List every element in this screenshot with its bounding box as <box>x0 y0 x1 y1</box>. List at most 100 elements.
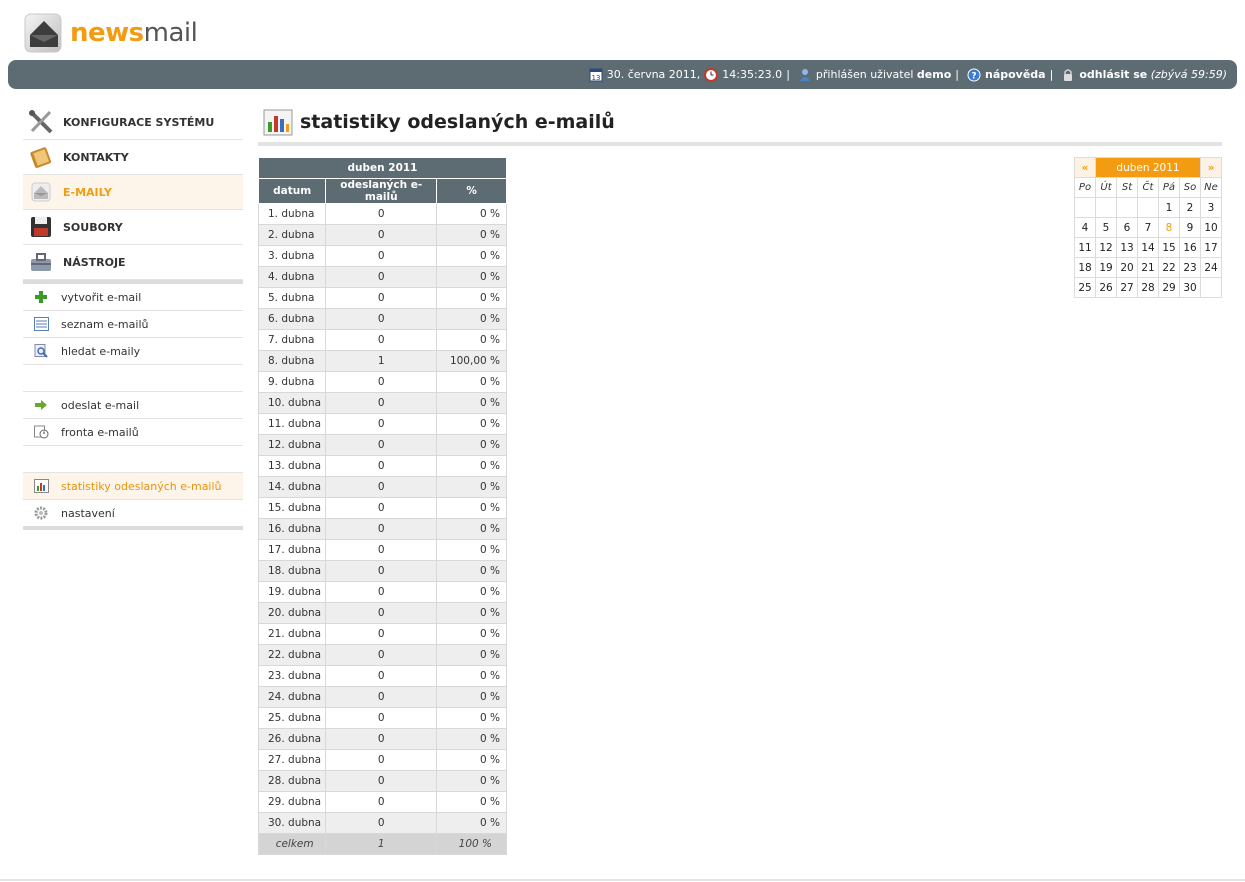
logout-link[interactable]: odhlásit se <box>1079 68 1147 81</box>
subnav-item-send-email[interactable]: odeslat e-mail <box>23 392 243 419</box>
nav-item-system-config[interactable]: KONFIGURACE SYSTÉMU <box>23 105 243 140</box>
cell-date: 30. dubna <box>257 812 327 834</box>
table-row: 16. dubna 0 0 % <box>257 518 507 540</box>
calendar-day[interactable]: 22 <box>1158 257 1180 278</box>
subnav-item-create-email[interactable]: vytvořit e-mail <box>23 284 243 311</box>
cell-date: 3. dubna <box>257 245 327 267</box>
cell-date: 21. dubna <box>257 623 327 645</box>
calendar-next-button[interactable]: » <box>1200 157 1222 178</box>
subnav-item-email-statistics[interactable]: statistiky odeslaných e-mailů <box>23 473 243 500</box>
cell-sent-count: 1 <box>325 350 438 372</box>
calendar-day[interactable]: 30 <box>1179 277 1201 298</box>
calendar-day[interactable]: 14 <box>1137 237 1159 258</box>
table-row: 4. dubna 0 0 % <box>257 266 507 288</box>
cell-sent-count: 0 <box>325 791 438 813</box>
calendar-day[interactable]: 4 <box>1074 217 1096 238</box>
subnav-item-email-queue[interactable]: fronta e-mailů <box>23 419 243 446</box>
calendar-week: 25 26 27 28 29 30 <box>1074 277 1222 298</box>
calendar-day[interactable]: 10 <box>1200 217 1222 238</box>
calendar-prev-button[interactable]: « <box>1074 157 1096 178</box>
calendar-day[interactable]: 27 <box>1116 277 1138 298</box>
sidebar: KONFIGURACE SYSTÉMU KONTAKTY E-MAILY SOU… <box>23 105 243 530</box>
nav-label: E-MAILY <box>63 185 112 199</box>
nav-label: KONTAKTY <box>63 150 129 164</box>
cell-percent: 0 % <box>436 728 507 750</box>
table-row: 12. dubna 0 0 % <box>257 434 507 456</box>
nav-item-tools[interactable]: NÁSTROJE <box>23 245 243 280</box>
cell-percent: 0 % <box>436 518 507 540</box>
session-remaining: (zbývá 59:59) <box>1150 68 1227 81</box>
total-percent: 100 % <box>436 833 507 855</box>
calendar-day[interactable]: 3 <box>1200 197 1222 218</box>
calendar-weekday: St <box>1116 177 1138 198</box>
table-row: 14. dubna 0 0 % <box>257 476 507 498</box>
cell-date: 1. dubna <box>257 203 327 225</box>
cell-sent-count: 0 <box>325 266 438 288</box>
calendar-day[interactable]: 7 <box>1137 217 1159 238</box>
calendar-weekday: Po <box>1074 177 1096 198</box>
calendar-day[interactable]: 24 <box>1200 257 1222 278</box>
subnav-spacer <box>23 446 243 473</box>
cell-date: 27. dubna <box>257 749 327 771</box>
calendar-week: 11 12 13 14 15 16 17 <box>1074 237 1222 258</box>
calendar-day[interactable]: 29 <box>1158 277 1180 298</box>
table-row: 30. dubna 0 0 % <box>257 812 507 834</box>
nav-label: SOUBORY <box>63 220 123 234</box>
nav-item-contacts[interactable]: KONTAKTY <box>23 140 243 175</box>
subnav-item-email-list[interactable]: seznam e-mailů <box>23 311 243 338</box>
nav-item-files[interactable]: SOUBORY <box>23 210 243 245</box>
cell-percent: 0 % <box>436 539 507 561</box>
calendar-day[interactable]: 18 <box>1074 257 1096 278</box>
logo[interactable]: newsmail <box>22 8 198 58</box>
calendar-day[interactable]: 16 <box>1179 237 1201 258</box>
calendar-day[interactable]: 17 <box>1200 237 1222 258</box>
table-row: 3. dubna 0 0 % <box>257 245 507 267</box>
subnav-label: seznam e-mailů <box>61 317 149 331</box>
sub-nav: vytvořit e-mail seznam e-mailů hledat e-… <box>23 280 243 530</box>
calendar-day[interactable]: 12 <box>1095 237 1117 258</box>
cell-sent-count: 0 <box>325 602 438 624</box>
calendar-day[interactable]: 6 <box>1116 217 1138 238</box>
statistics-icon <box>263 109 293 136</box>
cell-percent: 0 % <box>436 308 507 330</box>
subnav-item-search-emails[interactable]: hledat e-maily <box>23 338 243 365</box>
cell-sent-count: 0 <box>325 392 438 414</box>
calendar-day[interactable]: 23 <box>1179 257 1201 278</box>
cell-sent-count: 0 <box>325 812 438 834</box>
calendar-day[interactable]: 8 <box>1158 217 1180 238</box>
calendar-week: 4 5 6 7 8 9 10 <box>1074 217 1222 238</box>
calendar-day[interactable]: 19 <box>1095 257 1117 278</box>
calendar-day[interactable]: 25 <box>1074 277 1096 298</box>
calendar-day[interactable]: 1 <box>1158 197 1180 218</box>
table-row: 23. dubna 0 0 % <box>257 665 507 687</box>
calendar-day[interactable]: 11 <box>1074 237 1096 258</box>
calendar-empty-cell <box>1074 197 1096 218</box>
clock-icon <box>704 67 719 82</box>
calendar-day[interactable]: 15 <box>1158 237 1180 258</box>
nav-item-emails[interactable]: E-MAILY <box>23 175 243 210</box>
cell-percent: 0 % <box>436 392 507 414</box>
subnav-item-settings[interactable]: nastavení <box>23 500 243 526</box>
calendar-day[interactable]: 21 <box>1137 257 1159 278</box>
calendar-day[interactable]: 2 <box>1179 197 1201 218</box>
calendar-day[interactable]: 5 <box>1095 217 1117 238</box>
calendar-day[interactable]: 28 <box>1137 277 1159 298</box>
subnav-label: fronta e-mailů <box>61 425 139 439</box>
cell-date: 19. dubna <box>257 581 327 603</box>
subnav-label: nastavení <box>61 506 115 520</box>
help-link[interactable]: nápověda <box>985 68 1046 81</box>
cell-percent: 0 % <box>436 623 507 645</box>
table-row: 21. dubna 0 0 % <box>257 623 507 645</box>
column-header-sent: odeslaných e-mailů <box>325 178 438 204</box>
separator: | <box>1049 68 1054 81</box>
address-book-icon <box>27 143 55 171</box>
calendar-icon: 13 <box>589 68 603 82</box>
cell-date: 2. dubna <box>257 224 327 246</box>
calendar-day[interactable]: 20 <box>1116 257 1138 278</box>
table-row: 6. dubna 0 0 % <box>257 308 507 330</box>
calendar-day[interactable]: 9 <box>1179 217 1201 238</box>
calendar-day[interactable]: 26 <box>1095 277 1117 298</box>
calendar-day[interactable]: 13 <box>1116 237 1138 258</box>
subnav-label: vytvořit e-mail <box>61 290 142 304</box>
cell-percent: 0 % <box>436 707 507 729</box>
